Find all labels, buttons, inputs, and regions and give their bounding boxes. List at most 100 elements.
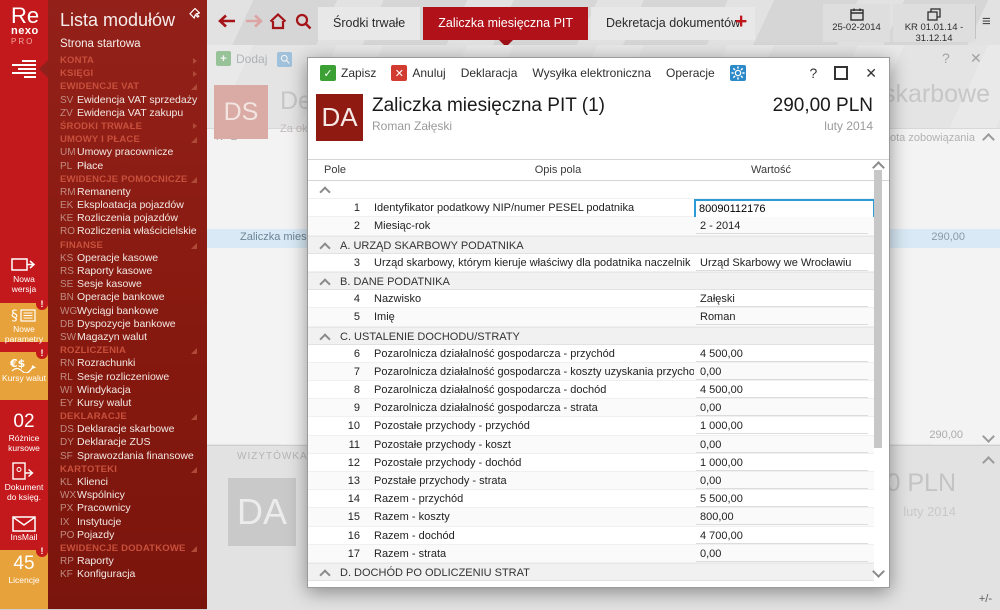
field-row-1[interactable]: 1Identyfikator podatkowy NIP/numer PESEL…: [308, 199, 874, 217]
rail-new-version[interactable]: Nowa wersja: [0, 250, 48, 302]
field-value[interactable]: 0,00: [696, 363, 868, 380]
field-value[interactable]: 4 500,00: [696, 345, 868, 362]
sidebar-item-umowy-pracownicze[interactable]: UMUmowy pracownicze: [60, 146, 201, 159]
dialog-close-icon[interactable]: ✕: [865, 66, 877, 80]
field-row-9[interactable]: 9Pozarolnicza działalność gospodarcza - …: [308, 399, 874, 417]
field-value[interactable]: 1 000,00: [696, 454, 868, 471]
forward-icon[interactable]: [244, 13, 264, 34]
sidebar-group-ewidencje-dodatkowe[interactable]: EWIDENCJE DODATKOWE: [60, 542, 201, 555]
sidebar-item-deklaracje-zus[interactable]: DYDeklaracje ZUS: [60, 436, 201, 449]
chevron-up-icon[interactable]: [319, 242, 330, 253]
section-row-d-dochód-po-odliczeniu-strat[interactable]: D. DOCHÓD PO ODLICZENIU STRAT: [308, 563, 874, 581]
electronic-send-menu[interactable]: Wysyłka elektroniczna: [532, 66, 651, 80]
sidebar-group-księgi[interactable]: KSIĘGI: [60, 67, 201, 80]
sidebar-item-płace[interactable]: PLPłace: [60, 160, 201, 173]
cancel-button[interactable]: ✕ Anuluj: [391, 65, 445, 81]
field-value[interactable]: 1 000,00: [696, 417, 868, 434]
pushpin-icon[interactable]: [188, 7, 200, 25]
field-value-input[interactable]: [694, 199, 874, 219]
sidebar-item-klienci[interactable]: KLKlienci: [60, 476, 201, 489]
tab-dekretacja-dokumentów[interactable]: Dekretacja dokumentów: [591, 7, 755, 40]
field-value[interactable]: 4 500,00: [696, 381, 868, 398]
sidebar-item-rozliczenia-pojazdów[interactable]: KERozliczenia pojazdów: [60, 212, 201, 225]
field-row-11[interactable]: 11Pozostałe przychody - koszt0,00: [308, 436, 874, 454]
field-value[interactable]: 4 700,00: [696, 527, 868, 544]
topbar-menu-icon[interactable]: ≡: [982, 13, 991, 30]
sidebar-item-windykacja[interactable]: WIWindykacja: [60, 384, 201, 397]
field-row-16[interactable]: 16Razem - dochód4 700,00: [308, 527, 874, 545]
sidebar-group-finanse[interactable]: FINANSE: [60, 239, 201, 252]
sidebar-item-ewidencja-vat-sprzedaży[interactable]: SVEwidencja VAT sprzedaży: [60, 94, 201, 107]
operations-menu[interactable]: Operacje: [666, 66, 715, 80]
back-icon[interactable]: [217, 13, 237, 34]
bg-scroll-up-icon[interactable]: [982, 133, 995, 146]
collapse-all-row[interactable]: [308, 181, 874, 199]
sidebar-item-remanenty[interactable]: RMRemanenty: [60, 186, 201, 199]
sidebar-item-pracownicy[interactable]: PXPracownicy: [60, 502, 201, 515]
search-icon[interactable]: [295, 13, 312, 35]
sidebar-item-dyspozycje-bankowe[interactable]: DBDyspozycje bankowe: [60, 318, 201, 331]
sidebar-item-ewidencja-vat-zakupu[interactable]: ZVEwidencja VAT zakupu: [60, 107, 201, 120]
field-value[interactable]: 5 500,00: [696, 490, 868, 507]
sidebar-item-sesje-kasowe[interactable]: SESesje kasowe: [60, 278, 201, 291]
chevron-up-icon[interactable]: [319, 186, 330, 197]
sidebar-item-eksploatacja-pojazdów[interactable]: EKEksploatacja pojazdów: [60, 199, 201, 212]
rail-new-parameters[interactable]: !§Nowe parametry: [0, 303, 48, 342]
sidebar-group-rozliczenia[interactable]: ROZLICZENIA: [60, 344, 201, 357]
chevron-up-icon[interactable]: [319, 278, 330, 289]
field-row-2[interactable]: 2Miesiąc-rok2 - 2014: [308, 217, 874, 235]
bg-help-icon[interactable]: ?: [942, 50, 950, 66]
sidebar-item-wspólnicy[interactable]: WXWspólnicy: [60, 489, 201, 502]
sidebar-group-środki-trwałe[interactable]: ŚRODKI TRWAŁE: [60, 120, 201, 133]
field-row-5[interactable]: 5ImięRoman: [308, 308, 874, 326]
sidebar-item-raporty-kasowe[interactable]: RSRaporty kasowe: [60, 265, 201, 278]
sidebar-item-konfiguracja[interactable]: KFKonfiguracja: [60, 568, 201, 581]
rail-licenses[interactable]: !45Licencje: [0, 550, 48, 609]
sidebar-group-kartoteki[interactable]: KARTOTEKI: [60, 463, 201, 476]
bg-add-button[interactable]: + Dodaj: [216, 51, 267, 66]
field-row-6[interactable]: 6Pozarolnicza działalność gospodarcza - …: [308, 345, 874, 363]
date-widget[interactable]: 25-02-2014: [823, 4, 890, 42]
field-value[interactable]: 0,00: [696, 399, 868, 416]
field-row-7[interactable]: 7Pozarolnicza działalność gospodarcza - …: [308, 363, 874, 381]
field-row-8[interactable]: 8Pozarolnicza działalność gospodarcza - …: [308, 381, 874, 399]
sidebar-item-strona-startowa[interactable]: Strona startowa: [48, 35, 207, 54]
field-value[interactable]: 2 - 2014: [696, 217, 868, 234]
sidebar-item-sprawozdania-finansowe[interactable]: SFSprawozdania finansowe: [60, 450, 201, 463]
rail-exchange-rates[interactable]: !€$Kursy walut: [0, 352, 48, 400]
field-row-12[interactable]: 12Pozostałe przychody - dochód1 000,00: [308, 454, 874, 472]
sidebar-item-magazyn-walut[interactable]: SWMagazyn walut: [60, 331, 201, 344]
field-row-17[interactable]: 17Razem - strata0,00: [308, 545, 874, 563]
sidebar-item-instytucje[interactable]: IXInstytucje: [60, 516, 201, 529]
gear-icon[interactable]: [730, 65, 746, 81]
tab-środki-trwałe[interactable]: Środki trwałe: [318, 7, 420, 40]
sidebar-item-sesje-rozliczeniowe[interactable]: RLSesje rozliczeniowe: [60, 371, 201, 384]
sidebar-group-umowy-i-płace[interactable]: UMOWY I PŁACE: [60, 133, 201, 146]
bg-scroll-down-icon[interactable]: [982, 430, 995, 443]
dialog-help-icon[interactable]: ?: [809, 66, 817, 80]
declaration-menu[interactable]: Deklaracja: [461, 66, 518, 80]
rail-insmail[interactable]: InsMail: [0, 512, 48, 548]
sidebar-item-rozrachunki[interactable]: RNRozrachunki: [60, 357, 201, 370]
field-value[interactable]: Roman: [696, 308, 868, 325]
bg-detail-collapse-icon[interactable]: [982, 456, 995, 469]
scrollbar-thumb[interactable]: [874, 170, 882, 448]
field-row-15[interactable]: 15Razem - koszty800,00: [308, 508, 874, 526]
section-row-a-urząd-skarbowy-podatnika[interactable]: A. URZĄD SKARBOWY PODATNIKA: [308, 236, 874, 254]
sidebar-item-raporty[interactable]: RPRaporty: [60, 555, 201, 568]
sidebar-group-konta[interactable]: KONTA: [60, 54, 201, 67]
field-row-10[interactable]: 10Pozostałe przychody - przychód1 000,00: [308, 417, 874, 435]
sidebar-group-ewidencje-pomocnicze[interactable]: EWIDENCJE POMOCNICZE: [60, 173, 201, 186]
field-value[interactable]: 800,00: [696, 508, 868, 525]
rail-document-to-post[interactable]: Dokument do księg.: [0, 458, 48, 508]
bg-search-button[interactable]: [277, 51, 292, 69]
home-icon[interactable]: [269, 13, 287, 35]
sidebar-item-operacje-bankowe[interactable]: BNOperacje bankowe: [60, 291, 201, 304]
sidebar-group-deklaracje[interactable]: DEKLARACJE: [60, 410, 201, 423]
sidebar-item-deklaracje-skarbowe[interactable]: DSDeklaracje skarbowe: [60, 423, 201, 436]
sidebar-group-ewidencje-vat[interactable]: EWIDENCJE VAT: [60, 80, 201, 93]
new-tab-button[interactable]: +: [735, 11, 747, 32]
field-value[interactable]: 0,00: [696, 472, 868, 489]
field-row-3[interactable]: 3Urząd skarbowy, którym kieruje właściwy…: [308, 254, 874, 272]
field-value[interactable]: Załęski: [696, 290, 868, 307]
